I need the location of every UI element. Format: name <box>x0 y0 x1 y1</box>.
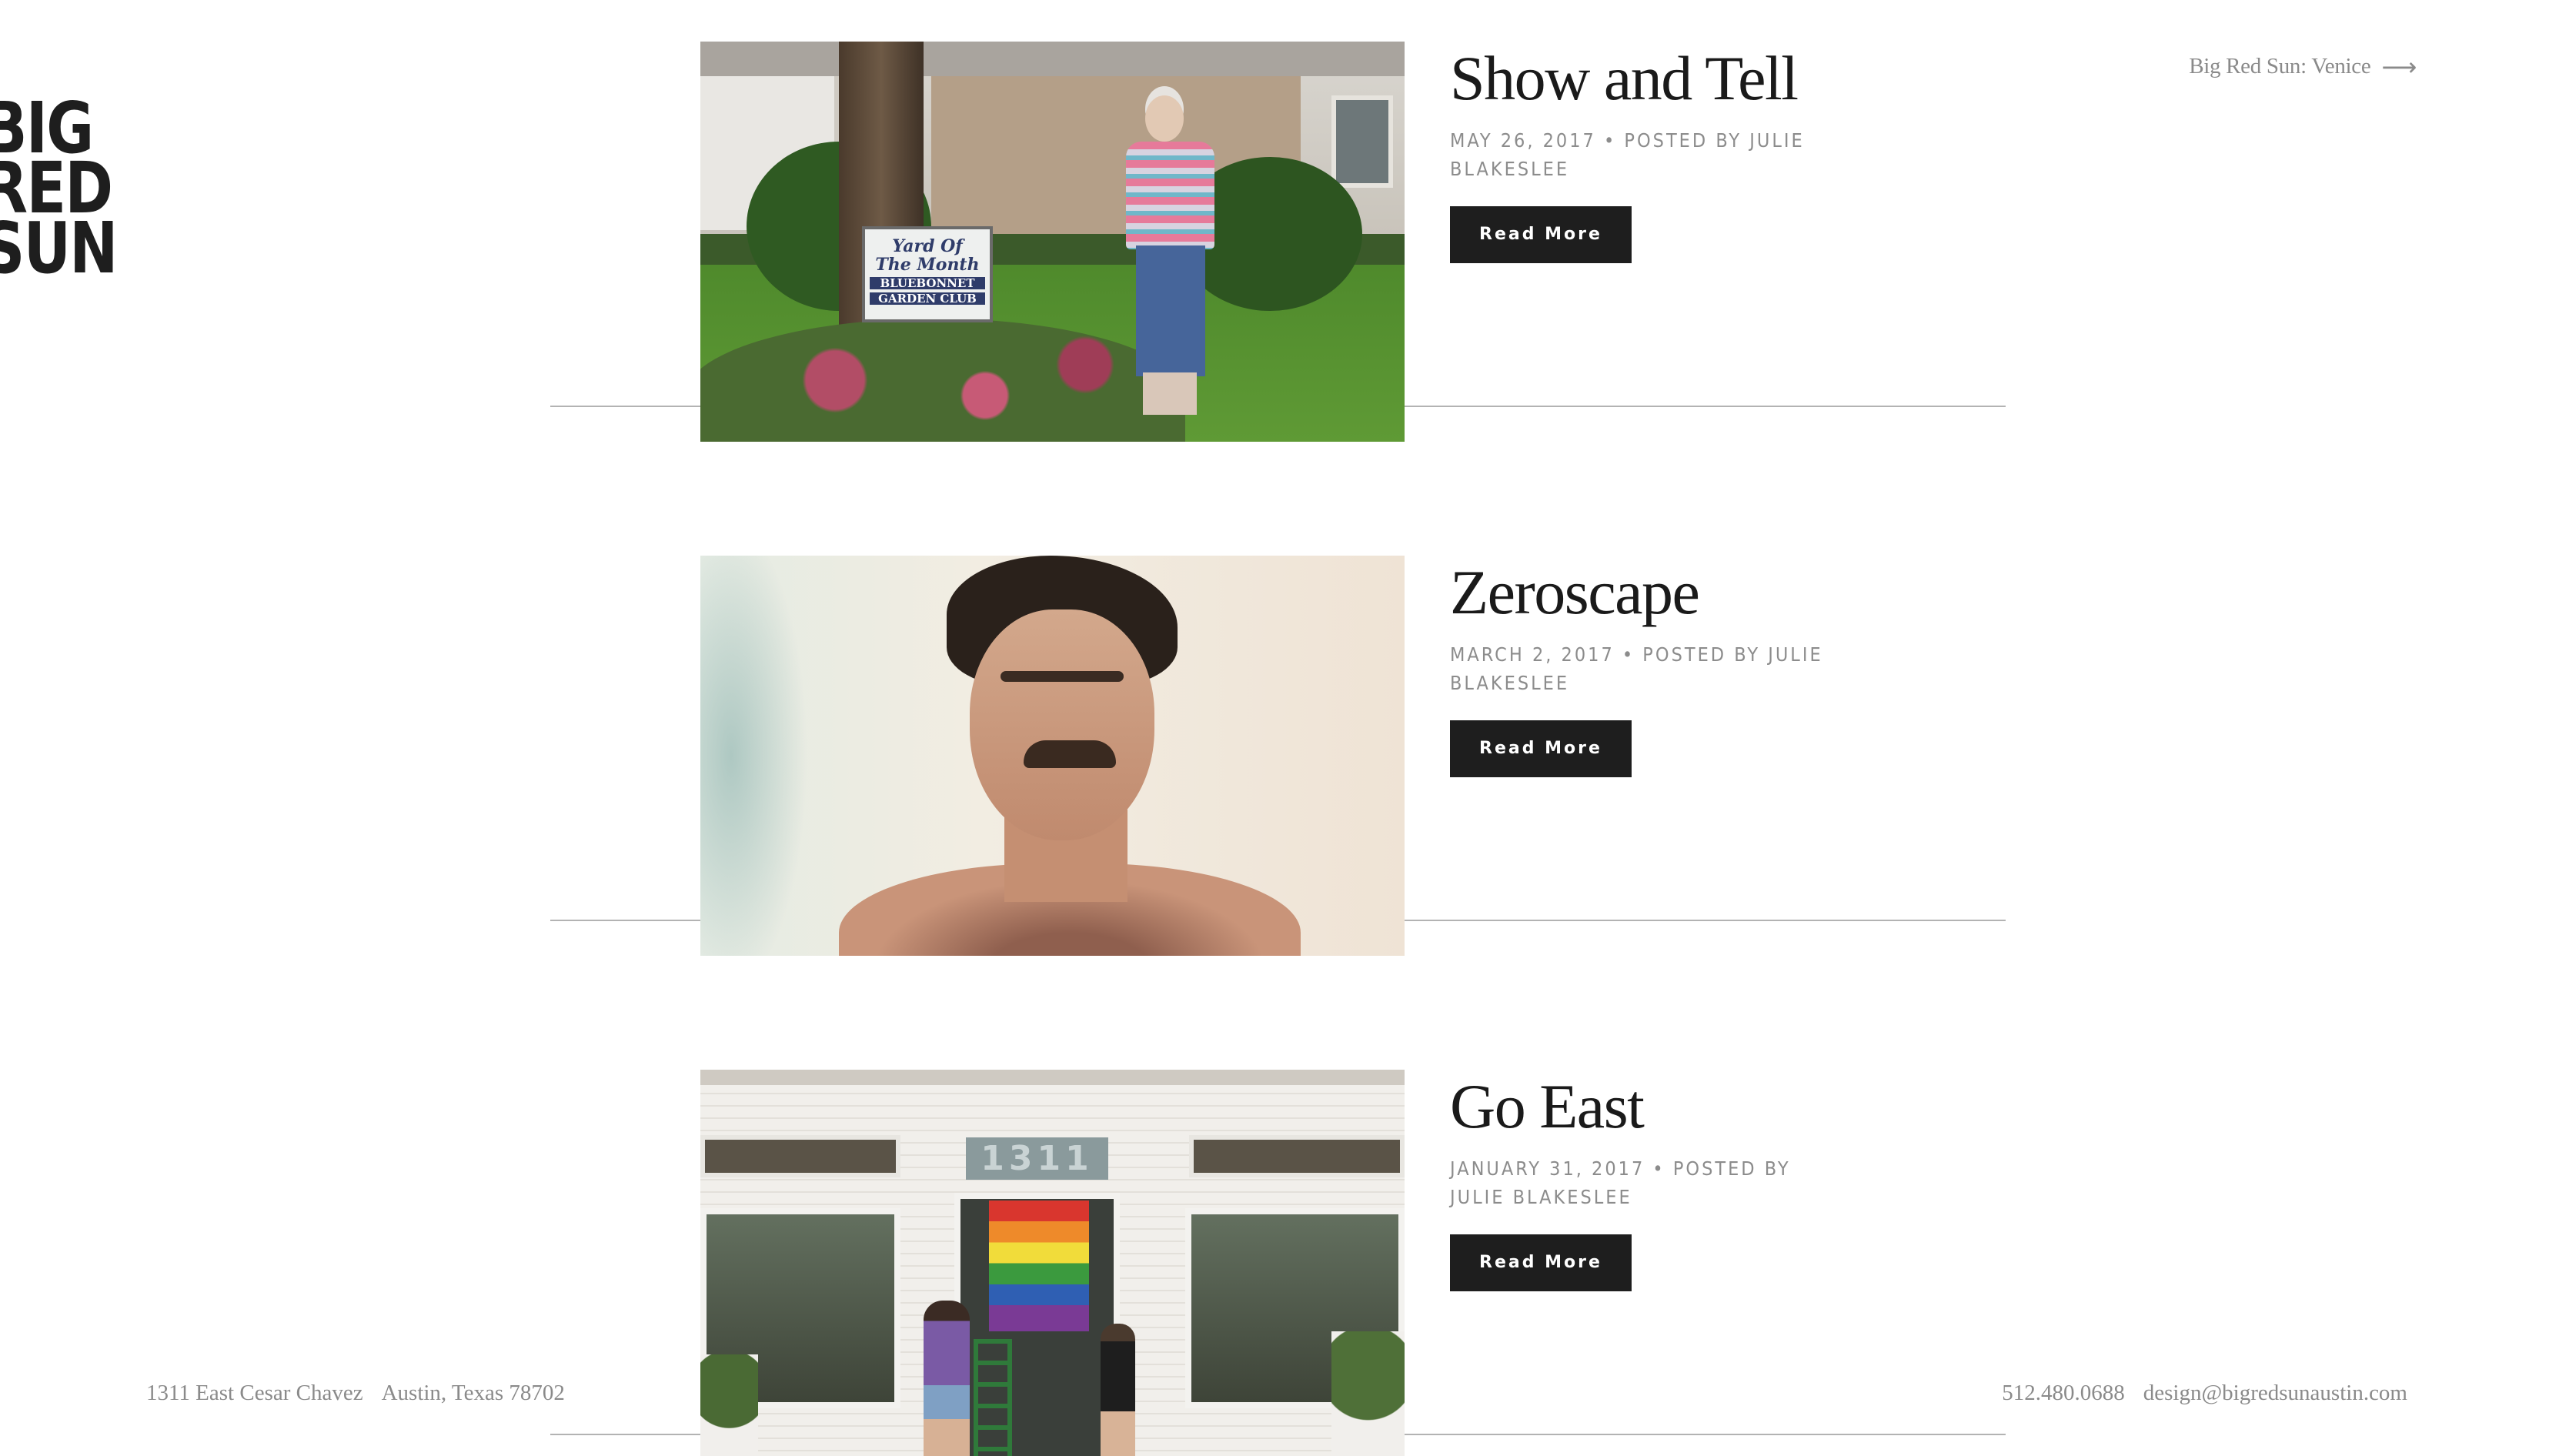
post-image[interactable] <box>700 556 1405 956</box>
planter <box>700 1354 758 1456</box>
read-more-button[interactable]: Read More <box>1450 720 1632 777</box>
person-legs <box>1143 372 1197 415</box>
footer-contact: 512.480.0688 design@bigredsunaustin.com <box>2002 1381 2407 1406</box>
person <box>1101 1324 1135 1456</box>
post-content: Go East January 31, 2017 • Posted by Jul… <box>1450 1070 1850 1291</box>
person <box>924 1301 970 1456</box>
post-content: Show and Tell May 26, 2017 • Posted by J… <box>1450 42 1850 263</box>
building-number: 1311 <box>966 1137 1108 1180</box>
post-meta: May 26, 2017 • Posted by Julie Blakeslee <box>1450 129 1805 180</box>
rainbow-flag <box>989 1201 1089 1331</box>
post-show-and-tell: Yard Of The Month BLUEBONNET GARDEN CLUB… <box>0 42 2569 442</box>
sign-line: GARDEN CLUB <box>870 292 985 305</box>
planter <box>1331 1331 1405 1456</box>
footer-email-link[interactable]: design@bigredsunaustin.com <box>2143 1381 2407 1406</box>
post-content: Zeroscape March 2, 2017 • Posted by Juli… <box>1450 556 1850 777</box>
man-face <box>970 609 1154 840</box>
roofline <box>700 1070 1405 1085</box>
footer-address: 1311 East Cesar Chavez Austin, Texas 787… <box>146 1381 565 1406</box>
footer-street: 1311 East Cesar Chavez <box>146 1381 363 1405</box>
sign-line: Yard Of <box>892 236 963 256</box>
foreground-blur <box>700 556 808 956</box>
yard-of-the-month-sign: Yard Of The Month BLUEBONNET GARDEN CLUB <box>862 226 993 322</box>
sign-line: The Month <box>875 255 980 275</box>
transom-window <box>1189 1135 1405 1177</box>
post-meta: January 31, 2017 • Posted by Julie Blake… <box>1450 1157 1791 1208</box>
read-more-button[interactable]: Read More <box>1450 206 1632 263</box>
post-image[interactable]: Yard Of The Month BLUEBONNET GARDEN CLUB <box>700 42 1405 442</box>
post-title[interactable]: Go East <box>1450 1075 1850 1138</box>
post-zeroscape: Zeroscape March 2, 2017 • Posted by Juli… <box>0 556 2569 956</box>
ladder <box>974 1339 1012 1456</box>
person-pants <box>1136 245 1205 376</box>
house-window <box>1331 95 1393 188</box>
roof <box>700 42 1405 76</box>
post-image[interactable]: 1311 <box>700 1070 1405 1456</box>
man-brow <box>1001 671 1124 682</box>
man-mustache <box>1024 740 1116 768</box>
person-shirt <box>1126 142 1214 249</box>
person-head <box>1145 95 1184 142</box>
post-meta: March 2, 2017 • Posted by Julie Blakesle… <box>1450 643 1823 694</box>
transom-window <box>700 1135 900 1177</box>
footer-city: Austin, Texas 78702 <box>381 1381 565 1405</box>
sign-line: BLUEBONNET <box>870 277 985 289</box>
post-title[interactable]: Zeroscape <box>1450 561 1850 624</box>
read-more-button[interactable]: Read More <box>1450 1234 1632 1291</box>
post-title[interactable]: Show and Tell <box>1450 47 1850 110</box>
footer-phone-link[interactable]: 512.480.0688 <box>2002 1381 2125 1406</box>
